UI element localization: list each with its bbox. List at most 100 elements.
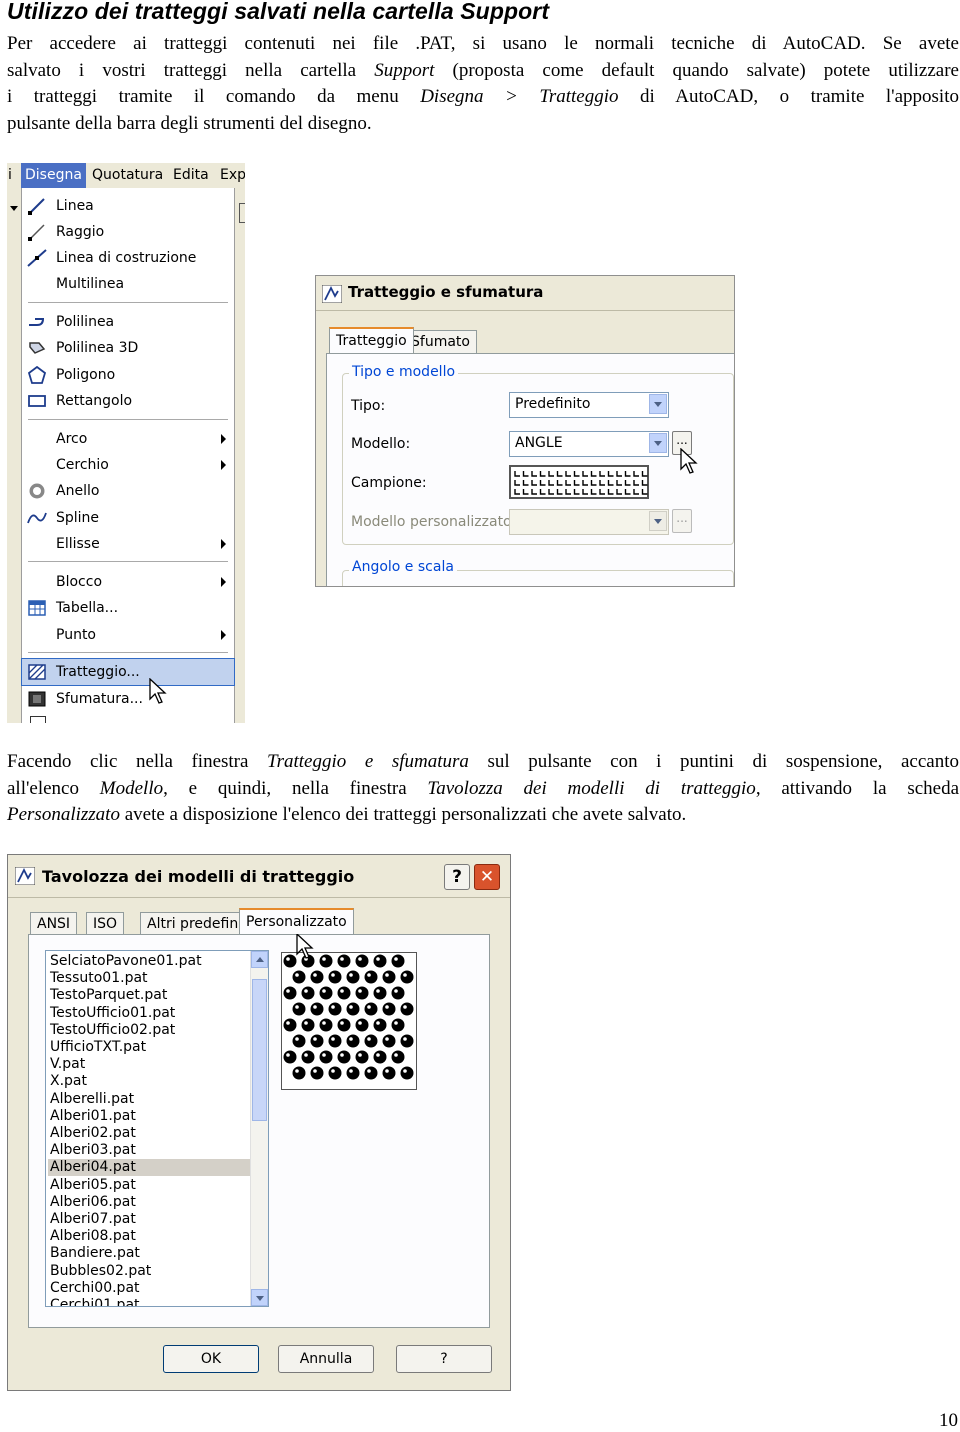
menu-item-punto[interactable]: Punto [22, 622, 234, 648]
modello-label: Modello: [351, 436, 411, 452]
dialog-titlebar: Tavolozza dei modelli di tratteggio ? ✕ [8, 855, 510, 897]
scroll-down-icon[interactable] [251, 1289, 268, 1306]
custom-pattern-list[interactable]: SelciatoPavone01.pat Tessuto01.pat TestoPa… [45, 950, 269, 1307]
donut-icon [29, 483, 45, 499]
submenu-arrow-icon [221, 460, 226, 470]
menu-bar-item[interactable]: i [8, 167, 12, 183]
pattern-list-item[interactable]: Cerchi01.pat [48, 1297, 250, 1306]
menu-item-blocco[interactable]: Blocco [22, 569, 234, 595]
tab-iso[interactable]: ISO [86, 912, 125, 935]
menu-item-tabella[interactable]: Tabella... [22, 595, 234, 621]
pattern-list-item[interactable]: Alberi01.pat [48, 1108, 250, 1125]
pattern-list-item[interactable]: Alberi08.pat [48, 1228, 250, 1245]
pattern-list-item[interactable]: Alberi02.pat [48, 1125, 250, 1142]
tab-personalizzato[interactable]: Personalizzato [239, 908, 354, 934]
dropdown-arrow-icon[interactable] [649, 433, 667, 453]
menu-item-polilinea[interactable]: Polilinea [22, 309, 234, 335]
pattern-list-item[interactable]: Alberi07.pat [48, 1211, 250, 1228]
tab-tratteggio[interactable]: Tratteggio [329, 327, 414, 353]
menu-item-arco[interactable]: Arco [22, 426, 234, 452]
menu-separator [28, 419, 228, 420]
menu-item-rettangolo[interactable]: Rettangolo [22, 388, 234, 414]
pattern-list-item[interactable]: Bandiere.pat [48, 1245, 250, 1262]
pattern-list-item[interactable]: TestoParquet.pat [48, 987, 250, 1004]
menu-item-cerchio[interactable]: Cerchio [22, 452, 234, 478]
cancel-button[interactable]: Annulla [278, 1345, 374, 1373]
scroll-up-icon[interactable] [251, 951, 268, 968]
browse-custom-button[interactable]: ... [672, 509, 692, 533]
modello-personalizzato-label: Modello personalizzato: [351, 514, 517, 530]
menu-edita[interactable]: Edita [173, 167, 209, 183]
mouse-cursor-icon [296, 933, 314, 959]
menu-item-raggio[interactable]: Raggio [22, 219, 234, 245]
gradient-icon [28, 691, 46, 707]
submenu-arrow-icon [221, 539, 226, 549]
hatch-icon [28, 664, 46, 680]
menu-item-linea[interactable]: Linea [22, 193, 234, 219]
page-number: 10 [939, 1410, 958, 1431]
ok-button[interactable]: OK [163, 1345, 259, 1373]
scroll-thumb[interactable] [252, 979, 267, 1121]
toolbar-strip-left [7, 188, 21, 723]
help-icon[interactable]: ? [444, 864, 470, 890]
autocad-app-icon [322, 285, 342, 303]
menu-item-anello[interactable]: Anello [22, 478, 234, 504]
pattern-list-item[interactable]: UfficioTXT.pat [48, 1039, 250, 1056]
pattern-list-item[interactable]: V.pat [48, 1056, 250, 1073]
dropdown-arrow-icon[interactable] [649, 394, 667, 414]
autocad-app-icon [15, 867, 35, 885]
pattern-list-item[interactable]: Alberelli.pat [48, 1091, 250, 1108]
construction-line-icon [27, 249, 47, 267]
explanation-paragraph: Facendo clic nella finestra Tratteggio e… [7, 751, 960, 825]
submenu-arrow-icon [221, 630, 226, 640]
polyline-icon [29, 318, 45, 326]
pattern-list-item[interactable]: TestoUfficio01.pat [48, 1005, 250, 1022]
pattern-list-item[interactable]: X.pat [48, 1073, 250, 1090]
help-button[interactable]: ? [396, 1345, 492, 1373]
pattern-list-item[interactable]: Tessuto01.pat [48, 970, 250, 987]
pattern-list-item[interactable]: Bubbles02.pat [48, 1263, 250, 1280]
menu-item-sfumatura[interactable]: Sfumatura... [22, 686, 234, 712]
pattern-list-item[interactable]: Cerchi00.pat [48, 1280, 250, 1297]
menu-item-spline[interactable]: Spline [22, 505, 234, 531]
modello-combo[interactable]: ANGLE [509, 431, 669, 457]
pattern-list-item[interactable]: Alberi03.pat [48, 1142, 250, 1159]
polyline-3d-icon [29, 342, 46, 354]
menu-express[interactable]: Exp [220, 167, 245, 183]
menu-bar: i Disegna Quotatura Edita Exp [7, 163, 245, 189]
pattern-list-item[interactable]: TestoUfficio02.pat [48, 1022, 250, 1039]
pattern-list-item[interactable]: Alberi06.pat [48, 1194, 250, 1211]
tab-ansi[interactable]: ANSI [30, 912, 78, 935]
menu-separator [28, 652, 228, 653]
menu-item-polilinea-3d[interactable]: Polilinea 3D [22, 335, 234, 361]
menu-item-linea-costruzione[interactable]: Linea di costruzione [22, 245, 234, 271]
close-icon[interactable]: ✕ [474, 864, 500, 890]
ray-icon [28, 224, 45, 241]
menu-item-tratteggio[interactable]: Tratteggio... [21, 658, 235, 686]
mouse-cursor-icon [680, 448, 698, 474]
tipo-combo[interactable]: Predefinito [509, 392, 669, 418]
submenu-arrow-icon [221, 577, 226, 587]
pattern-list-item[interactable]: Alberi04.pat [48, 1159, 250, 1177]
draw-menu-dropdown: Linea Raggio Linea di costruzione Multil… [21, 188, 235, 723]
list-scrollbar[interactable] [250, 951, 268, 1306]
rectangle-icon [28, 395, 46, 407]
menu-item-multilinea[interactable]: Multilinea [22, 271, 234, 297]
menu-disegna[interactable]: Disegna [21, 163, 86, 188]
hatch-gradient-dialog: Tratteggio e sfumatura Tratteggio Sfumat… [315, 275, 735, 587]
custom-pattern-combo[interactable] [509, 509, 669, 535]
hatch-pattern-palette-dialog: Tavolozza dei modelli di tratteggio ? ✕ … [7, 854, 511, 1391]
line-icon [28, 198, 45, 215]
next-item-icon [30, 716, 46, 723]
table-icon [28, 600, 46, 616]
tab-sfumato[interactable]: Sfumato [404, 330, 477, 353]
dropdown-arrow-icon[interactable] [649, 511, 667, 531]
pattern-list-item[interactable]: Alberi05.pat [48, 1177, 250, 1194]
pattern-list-item[interactable]: SelciatoPavone01.pat [48, 953, 250, 970]
tab-panel: Tipo e modello Tipo: Predefinito Modello… [326, 353, 734, 586]
menu-item-ellisse[interactable]: Ellisse [22, 531, 234, 557]
page-heading: Utilizzo dei tratteggi salvati nella car… [7, 0, 550, 24]
menu-item-poligono[interactable]: Poligono [22, 362, 234, 388]
menu-quotatura[interactable]: Quotatura [92, 167, 163, 183]
menu-separator [28, 561, 228, 562]
